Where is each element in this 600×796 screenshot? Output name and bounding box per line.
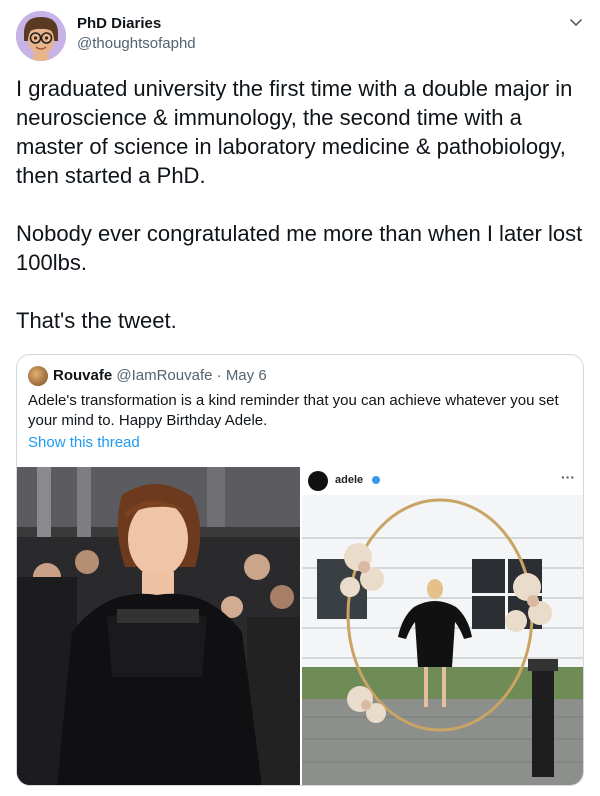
tweet-paragraph: I graduated university the first time wi…: [16, 76, 573, 188]
chevron-down-icon[interactable]: [568, 14, 584, 30]
adele-red-carpet-photo: [17, 467, 300, 785]
tweet-paragraph: Nobody ever congratulated me more than w…: [16, 221, 583, 275]
quoted-tweet[interactable]: Rouvafe @IamRouvafe · May 6 Adele's tran…: [16, 354, 584, 786]
tweet-text: I graduated university the first time wi…: [16, 74, 586, 335]
more-options-icon: ···: [561, 469, 575, 485]
show-thread-link[interactable]: Show this thread: [28, 434, 140, 451]
quote-media-left[interactable]: [17, 467, 300, 785]
instagram-header: adele ···: [302, 467, 583, 495]
quote-media-right[interactable]: adele ···: [302, 467, 583, 785]
quote-author-avatar[interactable]: [28, 366, 48, 386]
adele-instagram-photo: [302, 467, 583, 785]
author-avatar[interactable]: [16, 11, 66, 61]
quote-header: Rouvafe @IamRouvafe · May 6: [53, 367, 267, 384]
quote-date[interactable]: May 6: [226, 367, 267, 384]
quote-text: Adele's transformation is a kind reminde…: [28, 392, 559, 429]
author-handle[interactable]: @thoughtsofaphd: [77, 35, 196, 52]
instagram-account-name: adele: [335, 474, 364, 486]
separator-dot: ·: [216, 367, 222, 384]
author-name[interactable]: PhD Diaries: [77, 15, 161, 32]
quote-author-name[interactable]: Rouvafe: [53, 367, 112, 384]
verified-badge-icon: [372, 476, 380, 484]
quote-author-handle[interactable]: @IamRouvafe: [116, 367, 212, 384]
tweet-paragraph: That's the tweet.: [16, 308, 177, 333]
instagram-avatar: [308, 471, 328, 491]
memoji-avatar-image: [16, 11, 66, 61]
